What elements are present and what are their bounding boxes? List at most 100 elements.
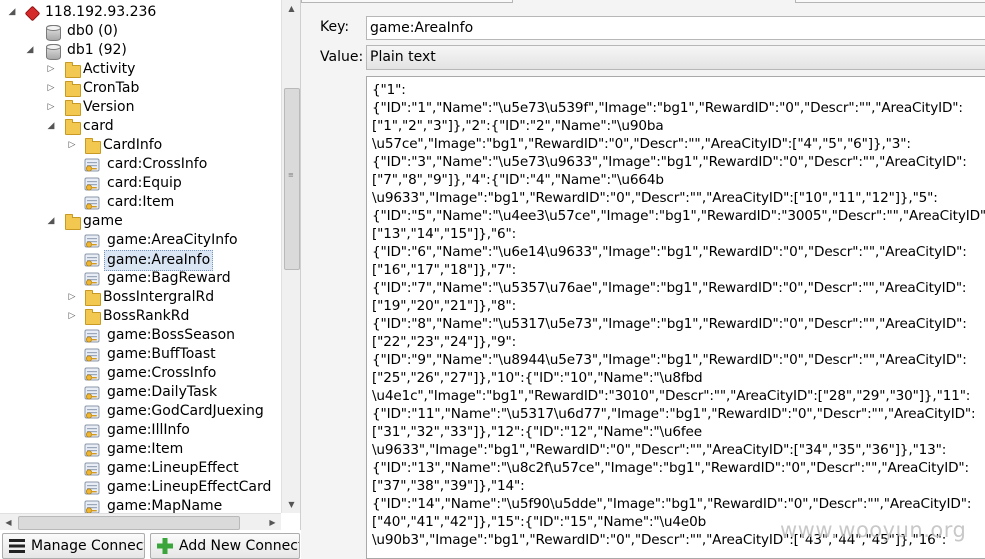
value-text-line: {"ID":"5","Name":"\u4ee3\u57ce","Image":… [372,208,985,224]
value-text-line: {"ID":"13","Name":"\u8c2f\u57ce","Image"… [372,460,969,476]
key-icon [84,367,100,381]
tree-node[interactable]: game:LineupEffect [0,459,280,478]
tree-node[interactable]: game:LineupEffectCard [0,478,280,497]
tree-node-label: game:BuffToast [107,346,216,362]
expand-arrow-icon[interactable]: ▷ [46,60,56,79]
tree-node-label: BossRankRd [103,308,190,324]
scroll-right-arrow-icon[interactable]: ▶ [264,514,281,530]
folder-icon [85,138,101,154]
collapse-arrow-icon[interactable]: ◢ [46,117,56,136]
tree-node[interactable]: card:Item [0,193,280,212]
tree-node[interactable]: ▷ Activity [0,60,280,79]
tab-right[interactable] [795,0,985,3]
key-icon [84,443,100,457]
tree-node-label: card:CrossInfo [107,156,208,172]
key-name-field[interactable]: game:AreaInfo [366,16,985,40]
tree-node[interactable]: ◢ game [0,212,280,231]
tree-node[interactable]: game:AreaCityInfo [0,231,280,250]
expand-arrow-icon[interactable]: ▷ [67,136,77,155]
tree-node[interactable]: game:CrossInfo [0,364,280,383]
key-label: Key: [320,19,350,35]
folder-icon [65,100,81,116]
key-icon [84,462,100,476]
expand-arrow-icon[interactable]: ▷ [67,307,77,326]
value-text-line: ["7","8","9"]},"4":{"ID":"4","Name":"\u6… [372,172,664,188]
tree-node[interactable]: db0 (0) [0,22,280,41]
watermark-text: www.wooyun.org [780,518,967,542]
tree-vertical-scrollbar[interactable]: ▲ ≡ ▼ [281,0,300,513]
value-text-line: {"ID":"11","Name":"\u5317\u6d77","Image"… [372,406,976,422]
key-icon [84,386,100,400]
scroll-thumb[interactable]: ≡ [284,88,300,270]
scroll-up-arrow-icon[interactable]: ▲ [282,0,300,17]
value-text-line: ["16","17","18"]},"7": [372,262,517,278]
tree-node-label: 118.192.93.236 [45,4,157,20]
key-icon [84,272,100,286]
value-format-dropdown[interactable]: Plain text [366,45,985,70]
tree-node[interactable]: ▷ BossIntergralRd [0,288,280,307]
scroll-down-arrow-icon[interactable]: ▼ [282,496,300,513]
add-new-connection-button[interactable]: Add New Connection [150,533,300,559]
tree-node-label: CronTab [83,80,140,96]
connection-tree[interactable]: ◢ 118.192.93.236 db0 (0) ◢ db1 (92) ▷ Activity… [0,0,301,530]
value-text-area[interactable]: {"1": {"ID":"1","Name":"\u5e73\u539f","Im… [366,76,985,559]
list-icon [9,539,25,553]
value-text-line: {"ID":"9","Name":"\u8944\u5e73","Image":… [372,352,967,368]
key-icon [84,196,100,210]
value-text-line: ["19","20","21"]},"8": [372,298,517,314]
tree-node[interactable]: ◢ 118.192.93.236 [0,3,280,22]
horizontal-scroll-thumb[interactable] [18,516,240,530]
tree-node[interactable]: ▷ CardInfo [0,136,280,155]
tree-node[interactable]: ◢ card [0,117,280,136]
key-icon [84,405,100,419]
value-text-line: \u4e1c","Image":"bg1","RewardID":"3010",… [372,388,971,404]
tree-node[interactable]: game:BossSeason [0,326,280,345]
value-text-line: {"ID":"6","Name":"\u6e14\u9633","Image":… [372,244,967,260]
tree-node[interactable]: game:BuffToast [0,345,280,364]
tree-node[interactable]: card:Equip [0,174,280,193]
folder-icon [85,290,101,306]
tree-node[interactable]: ◢ db1 (92) [0,41,280,60]
scroll-left-arrow-icon[interactable]: ◀ [0,514,17,530]
key-icon [84,177,100,191]
tree-node-label: BossIntergralRd [103,289,215,305]
tree-node-label: game:CrossInfo [107,365,217,381]
tab-left[interactable] [301,0,513,3]
folder-icon [65,214,81,230]
folder-icon [85,309,101,325]
value-text-line: ["1","2","3"]},"2":{"ID":"2","Name":"\u9… [372,118,664,134]
value-format-selected: Plain text [370,49,436,65]
collapse-arrow-icon[interactable]: ◢ [25,41,35,60]
value-text-line: {"ID":"7","Name":"\u5357\u76ae","Image":… [372,280,967,296]
collapse-arrow-icon[interactable]: ◢ [7,3,17,22]
tree-node-label: game:GodCardJuexing [107,403,264,419]
value-text-line: {"ID":"3","Name":"\u5e73\u9633","Image":… [372,154,967,170]
expand-arrow-icon[interactable]: ▷ [67,288,77,307]
key-icon [84,348,100,362]
tree-node[interactable]: card:CrossInfo [0,155,280,174]
tree-node[interactable]: ▷ Version [0,98,280,117]
expand-arrow-icon[interactable]: ▷ [46,79,56,98]
value-text-line: ["37","38","39"]},"14": [372,478,525,494]
tree-node[interactable]: game:BagReward [0,269,280,288]
tree-node-label: card [83,118,114,134]
manage-connections-button[interactable]: Manage Connections [2,533,145,559]
tree-node[interactable]: ▷ BossRankRd [0,307,280,326]
tree-node[interactable]: ▷ CronTab [0,79,280,98]
tree-node[interactable]: game:AreaInfo [0,250,280,271]
tree-horizontal-scrollbar[interactable]: ◀ ▶ [0,513,281,530]
collapse-arrow-icon[interactable]: ◢ [46,212,56,231]
value-text-line: \u9633","Image":"bg1","RewardID":"0","De… [372,190,938,206]
tree-node[interactable]: game:DailyTask [0,383,280,402]
tree-node-label: game:LineupEffect [107,460,239,476]
tree-node[interactable]: game:IllInfo [0,421,280,440]
tree-node-label: game:LineupEffectCard [107,479,272,495]
tree-node-label: game:Item [107,441,184,457]
expand-arrow-icon[interactable]: ▷ [46,98,56,117]
tree-node[interactable]: game:GodCardJuexing [0,402,280,421]
tree-node[interactable]: game:Item [0,440,280,459]
value-text-line: {"ID":"8","Name":"\u5317\u5e73","Image":… [372,316,967,332]
key-name-value: game:AreaInfo [370,20,474,36]
tree-node-label: game:BagReward [107,270,231,286]
value-text-line: {"ID":"1","Name":"\u5e73\u539f","Image":… [372,100,963,116]
